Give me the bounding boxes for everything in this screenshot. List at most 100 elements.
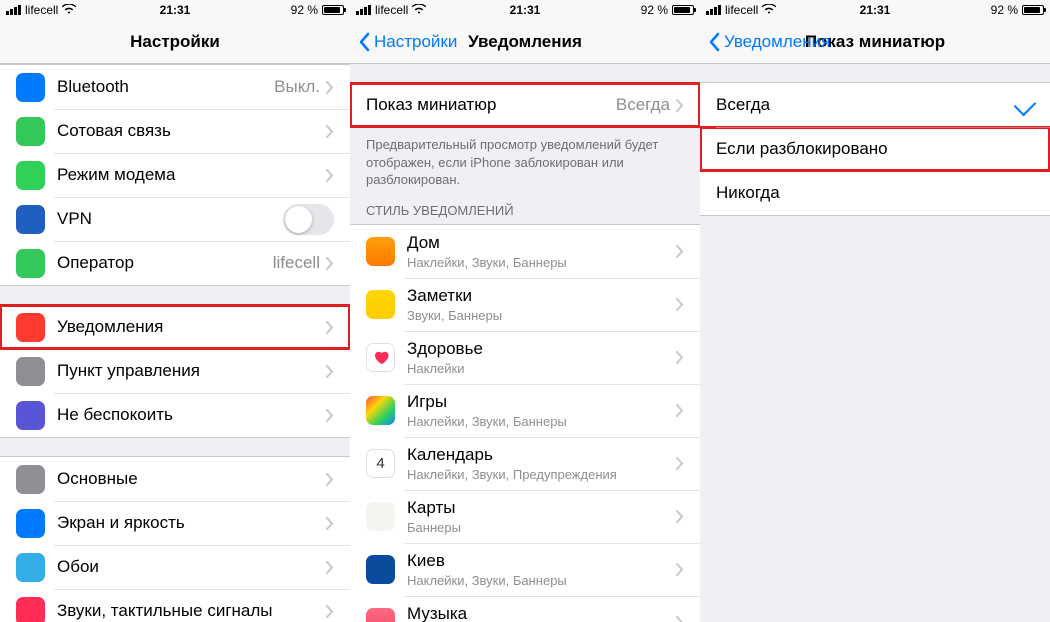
settings-row[interactable]: Пункт управления [0, 349, 350, 393]
app-notification-row[interactable]: Заметки Звуки, Баннеры [350, 278, 700, 331]
app-notification-row[interactable]: Карты Баннеры [350, 490, 700, 543]
wifi-icon [412, 3, 426, 17]
screen-settings: lifecell 21:31 92 % Настройки BluetoothВ… [0, 0, 350, 622]
app-icon [366, 555, 395, 584]
app-icon [366, 343, 395, 372]
apps-list: Дом Наклейки, Звуки, Баннеры Заметки Зву… [350, 224, 700, 622]
preview-option[interactable]: Никогда [700, 171, 1050, 215]
group-connectivity: BluetoothВыкл. Сотовая связь Режим модем… [0, 64, 350, 286]
row-show-previews[interactable]: Показ миниатюр Всегда [350, 83, 700, 127]
preview-note: Предварительный просмотр уведомлений буд… [350, 128, 700, 197]
settings-row[interactable]: VPN [0, 197, 350, 241]
screen-notifications: lifecell 21:31 92 % Настройки Уведомлени… [350, 0, 700, 622]
settings-row[interactable]: Экран и яркость [0, 501, 350, 545]
chevron-right-icon [676, 616, 684, 622]
row-label: Сотовая связь [57, 121, 326, 141]
chevron-right-icon [676, 298, 684, 311]
carrier-label: lifecell [375, 3, 408, 17]
preview-option[interactable]: Если разблокировано [700, 127, 1050, 171]
wifi-icon [762, 3, 776, 17]
chevron-left-icon [708, 32, 720, 52]
chevron-right-icon [676, 245, 684, 258]
settings-row[interactable]: Обои [0, 545, 350, 589]
row-value: Всегда [616, 95, 670, 115]
signal-icon [6, 5, 21, 15]
app-label: Здоровье [407, 339, 676, 359]
app-notification-row[interactable]: 4 Календарь Наклейки, Звуки, Предупрежде… [350, 437, 700, 490]
status-bar: lifecell 21:31 92 % [700, 0, 1050, 20]
row-label: Оператор [57, 253, 273, 273]
app-icon [366, 396, 395, 425]
settings-row[interactable]: Основные [0, 457, 350, 501]
settings-row[interactable]: Операторlifecell [0, 241, 350, 285]
settings-row[interactable]: BluetoothВыкл. [0, 65, 350, 109]
settings-row[interactable]: Не беспокоить [0, 393, 350, 437]
chevron-right-icon [676, 563, 684, 576]
option-label: Если разблокировано [716, 139, 1034, 159]
app-sublabel: Наклейки, Звуки, Баннеры [407, 255, 676, 270]
row-label: Основные [57, 469, 326, 489]
app-icon [366, 502, 395, 531]
chevron-right-icon [326, 365, 334, 378]
row-label: Обои [57, 557, 326, 577]
chevron-right-icon [676, 457, 684, 470]
app-icon [366, 290, 395, 319]
app-icon [16, 401, 45, 430]
app-icon [16, 205, 45, 234]
clock: 21:31 [160, 3, 191, 17]
app-label: Игры [407, 392, 676, 412]
app-notification-row[interactable]: Игры Наклейки, Звуки, Баннеры [350, 384, 700, 437]
back-button[interactable]: Уведомления [708, 32, 830, 52]
settings-row[interactable]: Уведомления [0, 305, 350, 349]
chevron-right-icon [326, 321, 334, 334]
carrier-label: lifecell [725, 3, 758, 17]
battery-label: 92 % [291, 3, 318, 17]
row-label: Режим модема [57, 165, 326, 185]
app-icon: 4 [366, 449, 395, 478]
status-bar: lifecell 21:31 92 % [350, 0, 700, 20]
chevron-right-icon [676, 351, 684, 364]
app-icon [16, 249, 45, 278]
preview-option[interactable]: Всегда [700, 83, 1050, 127]
settings-row[interactable]: Режим модема [0, 153, 350, 197]
app-icon [16, 357, 45, 386]
chevron-right-icon [326, 409, 334, 422]
page-title: Настройки [130, 32, 220, 52]
battery-label: 92 % [991, 3, 1018, 17]
app-notification-row[interactable]: Дом Наклейки, Звуки, Баннеры [350, 225, 700, 278]
app-icon [366, 237, 395, 266]
style-header: СТИЛЬ УВЕДОМЛЕНИЙ [350, 197, 700, 224]
row-label: VPN [57, 209, 283, 229]
chevron-left-icon [358, 32, 370, 52]
navbar: Уведомления Показ миниатюр [700, 20, 1050, 64]
clock: 21:31 [860, 3, 891, 17]
app-notification-row[interactable]: Киев Наклейки, Звуки, Баннеры [350, 543, 700, 596]
option-label: Всегда [716, 95, 1034, 115]
preview-section: Показ миниатюр Всегда [350, 82, 700, 128]
signal-icon [706, 5, 721, 15]
battery-icon [322, 5, 344, 15]
chevron-right-icon [326, 257, 334, 270]
row-label: Bluetooth [57, 77, 274, 97]
app-icon [16, 597, 45, 622]
carrier-label: lifecell [25, 3, 58, 17]
page-title: Уведомления [468, 32, 582, 52]
wifi-icon [62, 3, 76, 17]
app-label: Заметки [407, 286, 676, 306]
row-label: Пункт управления [57, 361, 326, 381]
chevron-right-icon [326, 81, 334, 94]
app-notification-row[interactable]: Музыка Наклейки, Баннеры [350, 596, 700, 622]
app-label: Дом [407, 233, 676, 253]
battery-icon [672, 5, 694, 15]
row-label: Уведомления [57, 317, 326, 337]
toggle[interactable] [283, 204, 334, 235]
chevron-right-icon [326, 473, 334, 486]
chevron-right-icon [326, 605, 334, 618]
back-button[interactable]: Настройки [358, 32, 457, 52]
back-label: Уведомления [724, 32, 830, 52]
settings-row[interactable]: Сотовая связь [0, 109, 350, 153]
chevron-right-icon [326, 561, 334, 574]
app-icon [16, 161, 45, 190]
app-notification-row[interactable]: Здоровье Наклейки [350, 331, 700, 384]
settings-row[interactable]: Звуки, тактильные сигналы [0, 589, 350, 622]
